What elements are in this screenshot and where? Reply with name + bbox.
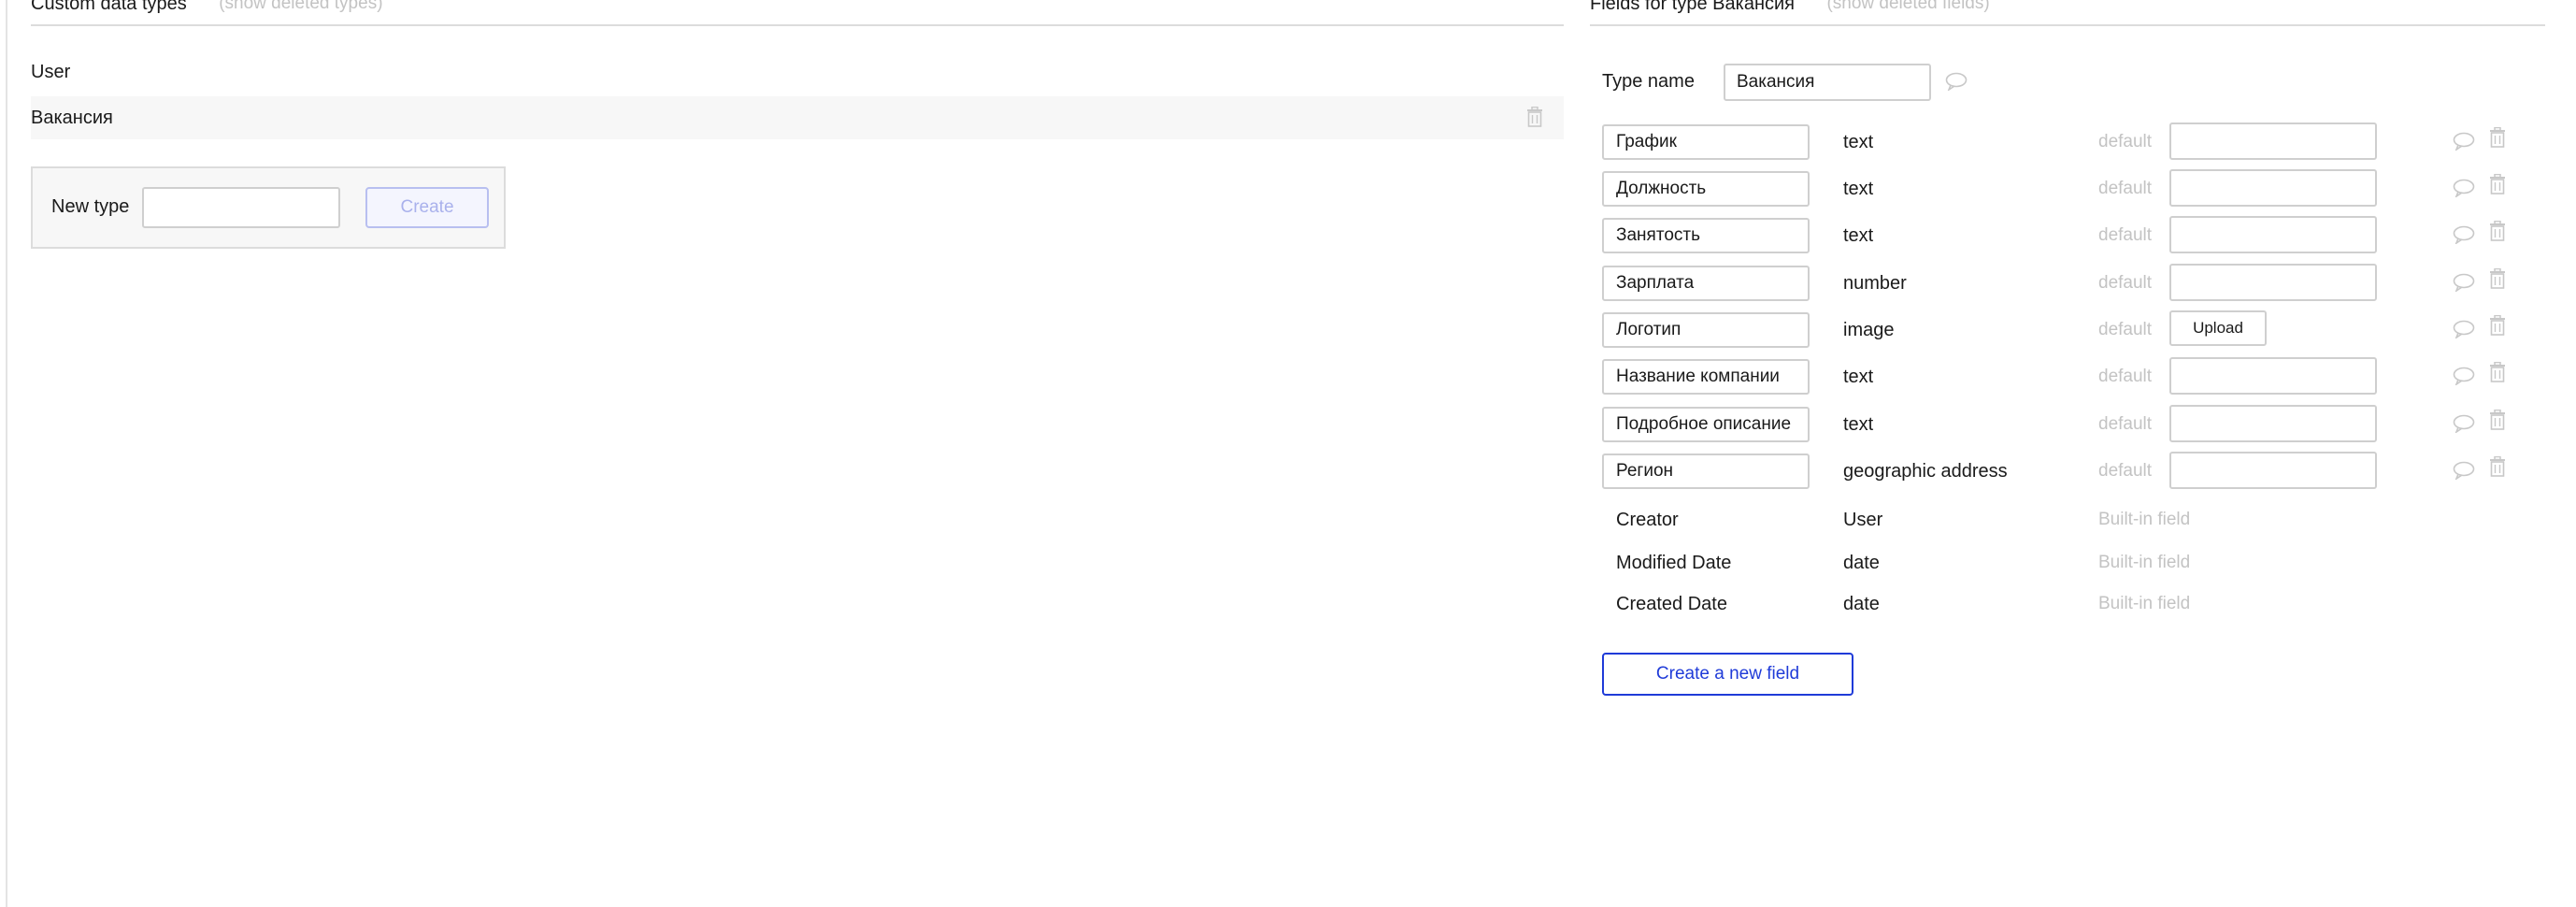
field-default-label: default (2098, 179, 2153, 198)
field-default-label: default (2098, 367, 2153, 386)
builtin-field-name: Modified Date (1616, 553, 1732, 573)
field-name-input[interactable] (1602, 266, 1810, 301)
field-row: text default (1590, 357, 2545, 396)
field-default-input[interactable] (2169, 452, 2377, 489)
fields-header: Fields for type Вакансия (show deleted f… (1590, 0, 2545, 26)
trash-icon[interactable] (2489, 127, 2506, 148)
trash-icon[interactable] (2489, 221, 2506, 241)
trash-icon[interactable] (2489, 315, 2506, 336)
field-default-input[interactable] (2169, 122, 2377, 160)
field-default-input[interactable] (2169, 405, 2377, 442)
builtin-field-row: Creator User Built-in field (1590, 510, 2545, 538)
field-name-input[interactable] (1602, 454, 1810, 489)
builtin-field-type: date (1843, 594, 1880, 614)
type-item-user[interactable]: User (31, 50, 1564, 94)
field-default-label: default (2098, 414, 2153, 434)
builtin-field-name: Created Date (1616, 594, 1727, 614)
field-name-input[interactable] (1602, 359, 1810, 395)
field-default-input[interactable] (2169, 169, 2377, 207)
builtin-field-note: Built-in field (2098, 510, 2191, 529)
builtin-field-type: date (1843, 553, 1880, 573)
trash-icon[interactable] (2489, 362, 2506, 382)
type-item-label: Вакансия (31, 108, 113, 128)
field-name-input[interactable] (1602, 312, 1810, 348)
upload-default-button[interactable]: Upload (2169, 310, 2267, 346)
comment-icon[interactable] (2453, 367, 2475, 385)
frame-border (6, 0, 7, 907)
type-name-input[interactable] (1724, 64, 1931, 101)
new-type-form: New type Create (31, 166, 506, 249)
field-type: text (1843, 367, 1874, 387)
comment-icon[interactable] (2453, 273, 2475, 292)
trash-icon[interactable] (1526, 107, 1543, 127)
panel-title: Custom data types (31, 0, 187, 14)
builtin-field-name: Creator (1616, 510, 1679, 530)
create-type-button[interactable]: Create (365, 187, 489, 228)
field-default-label: default (2098, 461, 2153, 481)
comment-icon[interactable] (2453, 414, 2475, 433)
builtin-field-note: Built-in field (2098, 553, 2191, 572)
field-default-input[interactable] (2169, 216, 2377, 253)
field-type: geographic address (1843, 461, 2008, 482)
new-type-label: New type (51, 196, 130, 217)
panel-title: Fields for type Вакансия (1590, 0, 1795, 14)
create-new-field-button[interactable]: Create a new field (1602, 653, 1853, 696)
field-name-input[interactable] (1602, 218, 1810, 253)
builtin-field-type: User (1843, 510, 1883, 530)
field-row: image default Upload (1590, 310, 2545, 350)
trash-icon[interactable] (2489, 174, 2506, 194)
field-name-input[interactable] (1602, 171, 1810, 207)
builtin-field-note: Built-in field (2098, 594, 2191, 613)
field-row: text default (1590, 169, 2545, 209)
fields-panel: Fields for type Вакансия (show deleted f… (1590, 0, 2545, 907)
field-type: text (1843, 414, 1874, 435)
field-row: number default (1590, 264, 2545, 303)
comment-icon[interactable] (1945, 72, 1968, 91)
field-type: number (1843, 273, 1907, 294)
comment-icon[interactable] (2453, 225, 2475, 244)
field-name-input[interactable] (1602, 124, 1810, 160)
field-row: geographic address default (1590, 452, 2545, 491)
field-default-label: default (2098, 225, 2153, 245)
field-type: text (1843, 179, 1874, 199)
comment-icon[interactable] (2453, 132, 2475, 151)
types-header: Custom data types (show deleted types) (31, 0, 1564, 26)
field-default-input[interactable] (2169, 357, 2377, 395)
trash-icon[interactable] (2489, 456, 2506, 477)
trash-icon[interactable] (2489, 410, 2506, 430)
field-type: text (1843, 132, 1874, 152)
comment-icon[interactable] (2453, 179, 2475, 197)
comment-icon[interactable] (2453, 320, 2475, 338)
custom-data-types-panel: Custom data types (show deleted types) U… (31, 0, 1564, 907)
show-deleted-types-link[interactable]: (show deleted types) (219, 0, 382, 13)
type-name-label: Type name (1602, 71, 1695, 92)
field-row: text default (1590, 122, 2545, 162)
show-deleted-fields-link[interactable]: (show deleted fields) (1826, 0, 1989, 13)
type-item-vacancy[interactable]: Вакансия (31, 96, 1564, 139)
field-type: text (1843, 225, 1874, 246)
comment-icon[interactable] (2453, 461, 2475, 480)
type-item-label: User (31, 62, 71, 82)
field-name-input[interactable] (1602, 407, 1810, 442)
field-row: text default (1590, 405, 2545, 444)
builtin-field-row: Modified Date date Built-in field (1590, 553, 2545, 581)
builtin-field-row: Created Date date Built-in field (1590, 594, 2545, 622)
field-default-label: default (2098, 273, 2153, 293)
field-row: text default (1590, 216, 2545, 255)
field-default-label: default (2098, 320, 2153, 339)
field-default-input[interactable] (2169, 264, 2377, 301)
field-default-label: default (2098, 132, 2153, 151)
new-type-input[interactable] (142, 187, 340, 228)
trash-icon[interactable] (2489, 268, 2506, 289)
field-type: image (1843, 320, 1895, 340)
